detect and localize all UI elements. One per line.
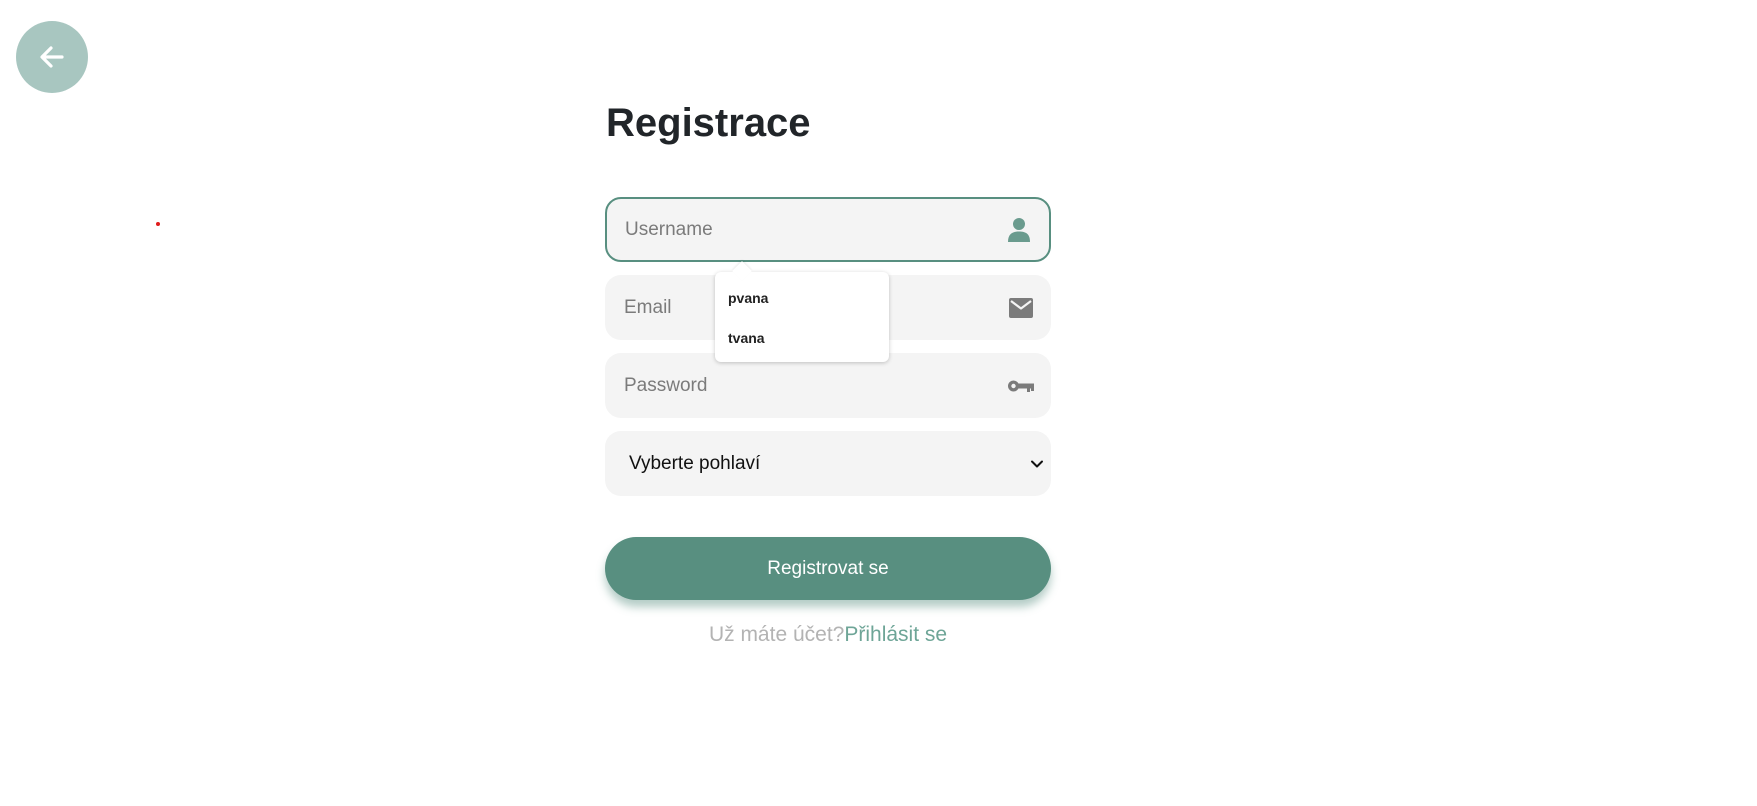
username-autocomplete-dropdown: pvana tvana: [715, 272, 889, 362]
password-field: [605, 353, 1051, 418]
arrow-left-icon: [40, 46, 64, 68]
login-link[interactable]: Přihlásit se: [844, 623, 947, 646]
key-icon: [1007, 372, 1035, 400]
envelope-icon: [1007, 294, 1035, 322]
user-icon: [1005, 216, 1033, 244]
username-field: [605, 197, 1051, 262]
autocomplete-option[interactable]: pvana: [715, 278, 889, 318]
password-input[interactable]: [605, 353, 1051, 418]
login-prompt: Už máte účet?Přihlásit se: [605, 620, 1051, 650]
chevron-down-icon: [1031, 460, 1043, 468]
red-dot-marker: [156, 222, 160, 226]
page-title: Registrace: [606, 101, 811, 145]
gender-select-value: Vyberte pohlaví: [629, 453, 761, 474]
username-input[interactable]: [607, 199, 1049, 260]
login-question: Už máte účet?: [708, 623, 845, 646]
register-button[interactable]: Registrovat se: [605, 537, 1051, 600]
gender-select[interactable]: Vyberte pohlaví: [605, 431, 1051, 496]
autocomplete-option[interactable]: tvana: [715, 318, 889, 358]
registration-page: Registrace pvana tvana: [0, 0, 1757, 806]
back-button[interactable]: [16, 21, 88, 93]
